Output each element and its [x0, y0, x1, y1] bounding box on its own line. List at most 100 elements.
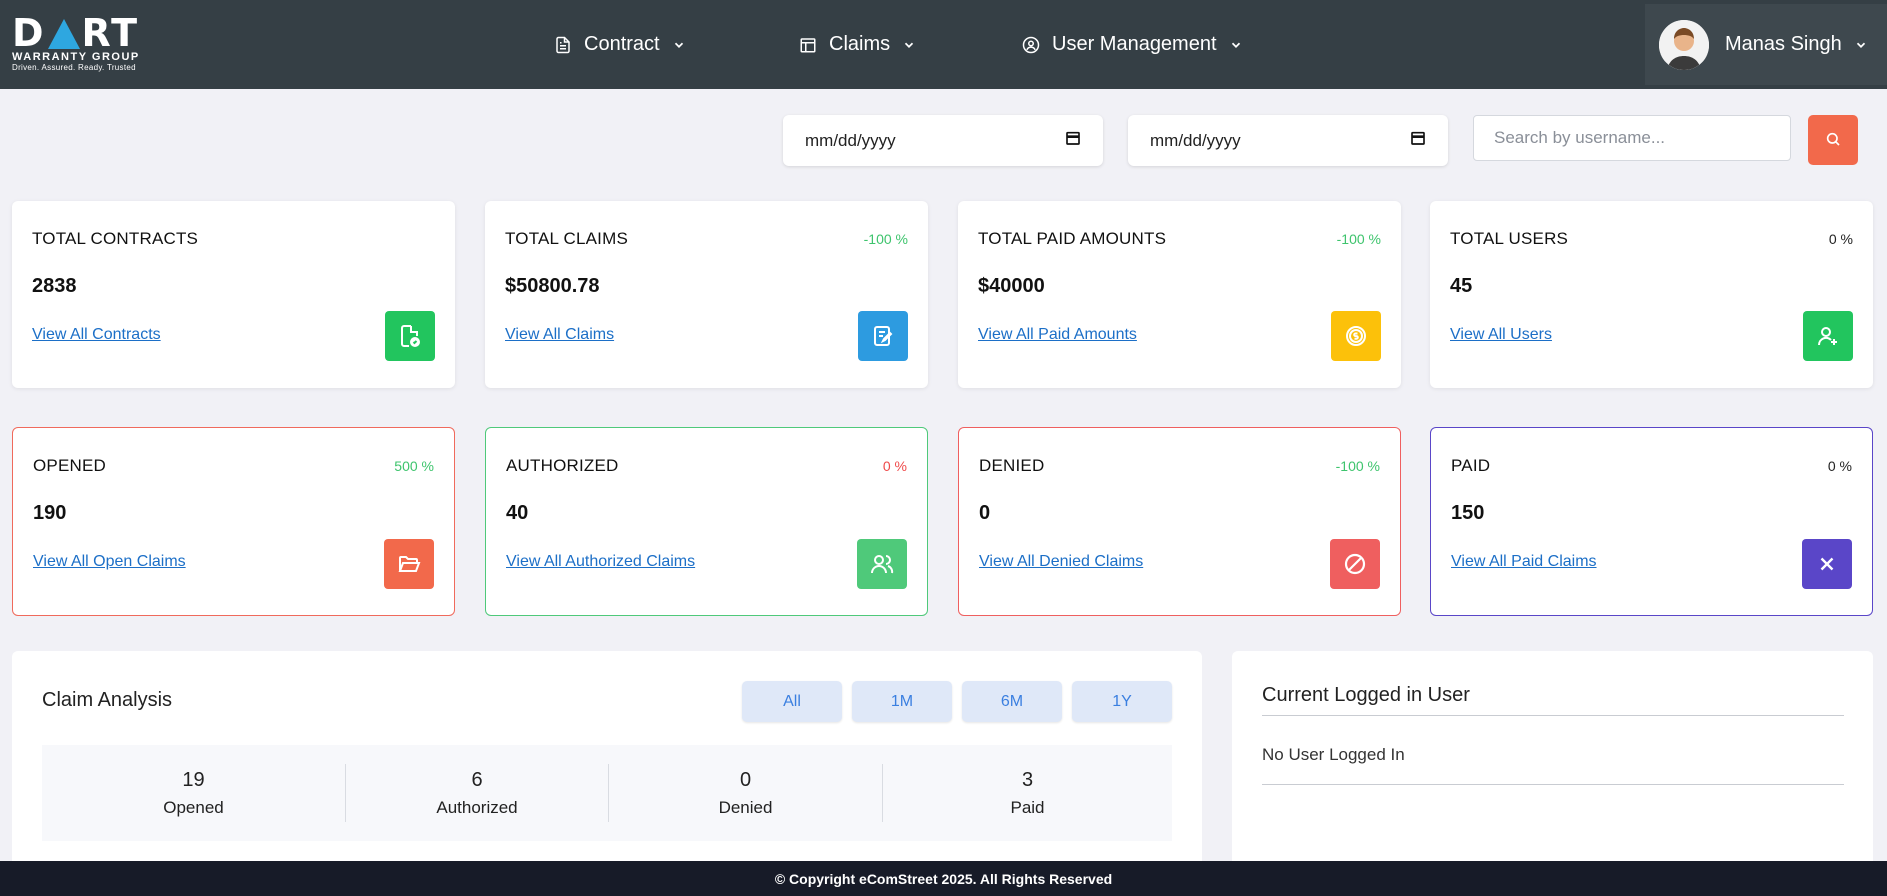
logo-triangle-icon [47, 19, 80, 49]
search-input[interactable] [1473, 115, 1791, 161]
view-all-paid-amounts-link[interactable]: View All Paid Amounts [978, 326, 1137, 344]
view-all-contracts-link[interactable]: View All Contracts [32, 326, 161, 344]
divider [1262, 784, 1844, 785]
file-check-icon [385, 311, 435, 361]
user-name: Manas Singh [1725, 33, 1842, 55]
card-title: OPENED [33, 456, 106, 475]
stat-value: 6 [471, 768, 483, 791]
card-value: 2838 [32, 275, 77, 297]
view-all-authorized-claims-link[interactable]: View All Authorized Claims [506, 553, 695, 571]
period-1y-button[interactable]: 1Y [1072, 681, 1172, 722]
coin-icon [1331, 311, 1381, 361]
card-total-contracts: TOTAL CONTRACTS 2838 View All Contracts [12, 201, 455, 388]
stat-value: 0 [739, 768, 752, 791]
card-percent: -100 % [1336, 231, 1381, 247]
card-total-users: TOTAL USERS 0 % 45 View All Users [1430, 201, 1873, 388]
card-title: DENIED [979, 456, 1045, 475]
card-value: 40 [506, 502, 529, 524]
users-icon [857, 539, 907, 589]
card-percent: -100 % [863, 231, 908, 247]
card-value: $40000 [978, 275, 1045, 297]
period-all-button[interactable]: All [742, 681, 842, 722]
view-all-open-claims-link[interactable]: View All Open Claims [33, 553, 186, 571]
stat-opened: 19 Opened [42, 764, 346, 822]
view-all-users-link[interactable]: View All Users [1450, 326, 1552, 344]
card-authorized: AUTHORIZED 0 % 40 View All Authorized Cl… [485, 427, 928, 616]
card-percent: 0 % [1827, 458, 1852, 474]
card-denied: DENIED -100 % 0 View All Denied Claims [958, 427, 1401, 616]
current-user-panel: Current Logged in User No User Logged In [1232, 651, 1873, 896]
user-plus-icon [1803, 311, 1853, 361]
card-value: $50800.78 [505, 275, 600, 297]
nav-claims[interactable]: Claims [799, 0, 916, 89]
logo-brand: D RT [12, 11, 140, 55]
view-all-denied-claims-link[interactable]: View All Denied Claims [979, 553, 1143, 571]
top-navbar: D RT WARRANTY GROUP Driven. Assured. Read… [0, 0, 1887, 89]
stat-denied: 0 Denied [609, 764, 883, 822]
view-all-paid-claims-link[interactable]: View All Paid Claims [1451, 553, 1597, 571]
chevron-down-icon [902, 38, 916, 52]
stat-label: Denied [718, 797, 773, 817]
search-icon [1825, 131, 1841, 150]
chevron-down-icon [1229, 38, 1243, 52]
folder-open-icon [384, 539, 434, 589]
card-percent: -100 % [1335, 458, 1380, 474]
stat-label: Opened [163, 797, 224, 817]
card-title: TOTAL PAID AMOUNTS [978, 229, 1167, 248]
search-button[interactable] [1808, 115, 1858, 165]
ban-icon [1330, 539, 1380, 589]
document-icon [554, 36, 572, 54]
card-value: 190 [33, 502, 67, 524]
period-6m-button[interactable]: 6M [962, 681, 1062, 722]
calendar-icon[interactable] [1065, 130, 1081, 151]
nav-claims-label: Claims [829, 33, 891, 55]
close-icon [1802, 539, 1852, 589]
footer: © Copyright eComStreet 2025. All Rights … [0, 861, 1887, 896]
card-percent: 0 % [882, 458, 907, 474]
logo-tagline: Driven. Assured. Ready. Trusted [12, 63, 136, 72]
date-from-value: mm/dd/yyyy [805, 130, 896, 150]
calendar-icon [799, 36, 817, 54]
period-1m-button[interactable]: 1M [852, 681, 952, 722]
stat-authorized: 6 Authorized [346, 764, 609, 822]
stat-value: 3 [1021, 768, 1034, 791]
user-circle-icon [1022, 36, 1040, 54]
nav-user-management[interactable]: User Management [1022, 0, 1243, 89]
date-from-input[interactable]: mm/dd/yyyy [783, 115, 1103, 166]
card-total-claims: TOTAL CLAIMS -100 % $50800.78 View All C… [485, 201, 928, 388]
card-paid: PAID 0 % 150 View All Paid Claims [1430, 427, 1873, 616]
claim-analysis-panel: Claim Analysis All 1M 6M 1Y 19 Opened 6 … [12, 651, 1202, 896]
view-all-claims-link[interactable]: View All Claims [505, 326, 614, 344]
stat-value: 19 [182, 768, 205, 791]
card-title: TOTAL CLAIMS [505, 229, 629, 248]
date-to-input[interactable]: mm/dd/yyyy [1128, 115, 1448, 166]
card-total-paid-amounts: TOTAL PAID AMOUNTS -100 % $40000 View Al… [958, 201, 1401, 388]
card-value: 0 [979, 502, 991, 524]
card-percent: 500 % [394, 458, 434, 474]
calendar-icon[interactable] [1410, 130, 1426, 151]
card-value: 45 [1450, 275, 1473, 297]
user-menu[interactable]: Manas Singh [1645, 4, 1887, 85]
current-user-title: Current Logged in User [1262, 684, 1470, 706]
claim-stats: 19 Opened 6 Authorized 0 Denied 3 Paid [42, 745, 1172, 841]
card-value: 150 [1451, 502, 1485, 524]
divider [1262, 715, 1844, 716]
stat-label: Authorized [436, 797, 518, 817]
card-title: PAID [1451, 456, 1491, 475]
stat-label: Paid [1010, 797, 1045, 817]
card-title: TOTAL USERS [1450, 229, 1569, 248]
avatar [1659, 19, 1709, 70]
current-user-message: No User Logged In [1262, 745, 1405, 764]
nav-contract[interactable]: Contract [554, 0, 686, 89]
card-percent: 0 % [1828, 231, 1853, 247]
copyright-text: © Copyright eComStreet 2025. All Rights … [774, 870, 1113, 887]
card-title: AUTHORIZED [506, 456, 619, 475]
stat-paid: 3 Paid [883, 764, 1172, 822]
date-to-value: mm/dd/yyyy [1150, 130, 1241, 150]
dart-logo[interactable]: D RT WARRANTY GROUP Driven. Assured. Read… [12, 14, 164, 74]
chevron-down-icon [672, 38, 686, 52]
claim-analysis-title: Claim Analysis [42, 689, 173, 711]
edit-note-icon [858, 311, 908, 361]
card-opened: OPENED 500 % 190 View All Open Claims [12, 427, 455, 616]
card-title: TOTAL CONTRACTS [32, 229, 199, 248]
